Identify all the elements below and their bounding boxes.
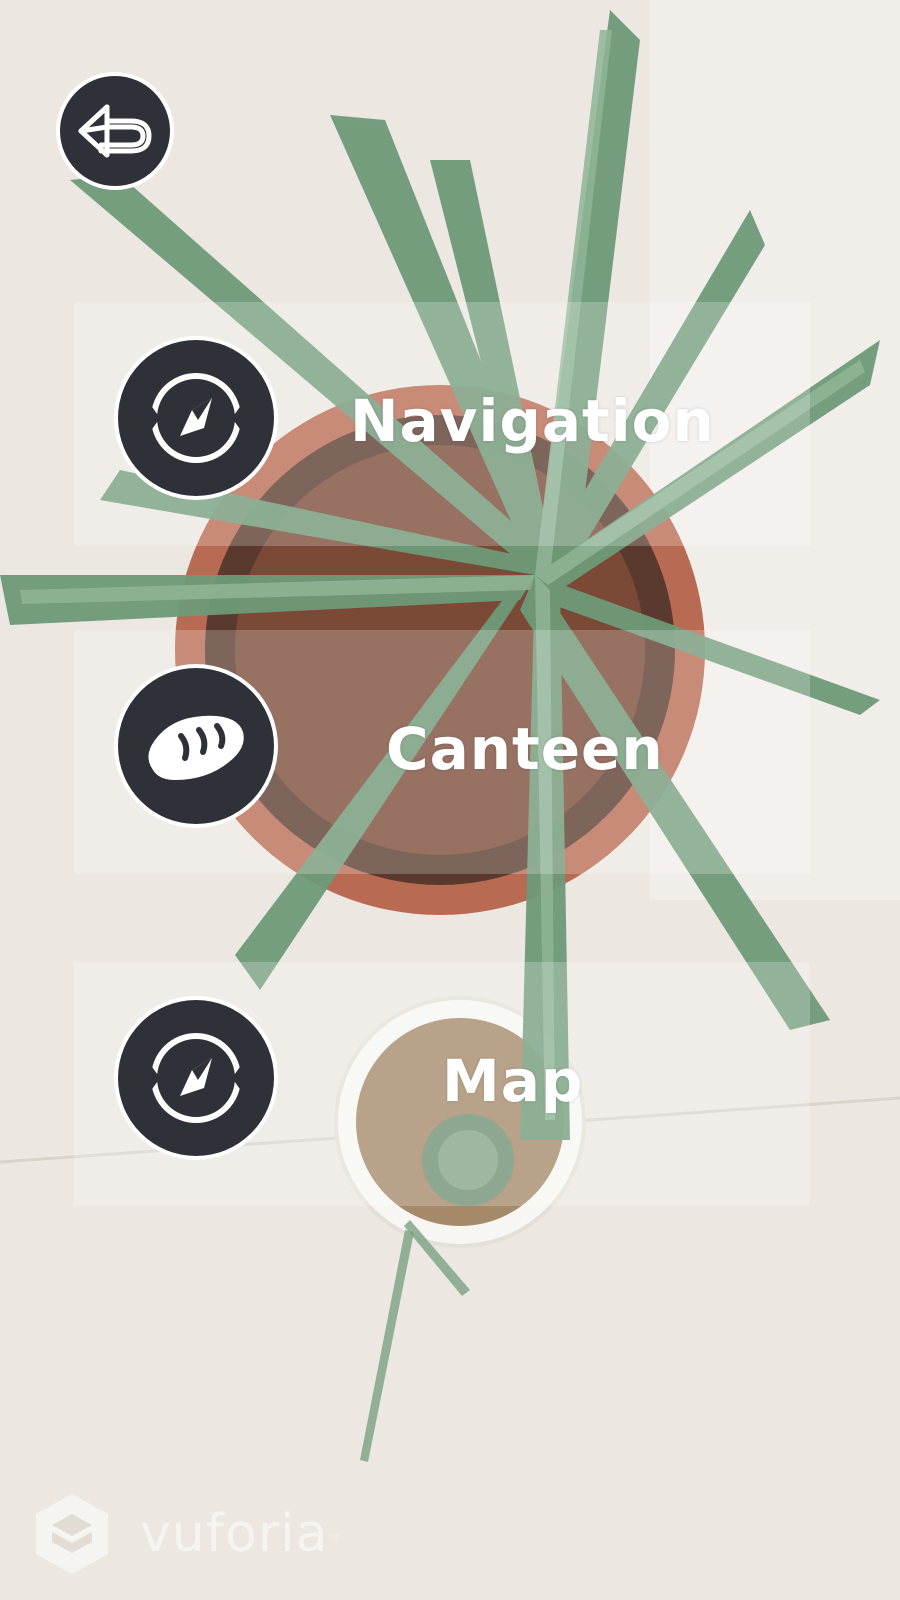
menu-item-label: Map [442,1047,584,1115]
brand-wordmark: vuforia™ [140,1504,342,1564]
menu-item-canteen[interactable]: Canteen [74,630,810,874]
back-button[interactable] [60,76,170,186]
menu-item-navigation[interactable]: Navigation [74,302,810,546]
bread-icon [118,668,274,824]
menu-item-label: Navigation [350,387,715,455]
vuforia-logo: vuforia™ [34,1492,342,1576]
menu-item-map[interactable]: Map [74,962,810,1206]
menu-item-label: Canteen [386,715,664,783]
compass-icon [118,1000,274,1156]
vuforia-cube-icon [36,1494,108,1574]
ar-camera-screen: Navigation Canteen Map vuforia™ [0,0,900,1600]
compass-icon [118,340,274,496]
back-arrow-icon [78,104,152,158]
